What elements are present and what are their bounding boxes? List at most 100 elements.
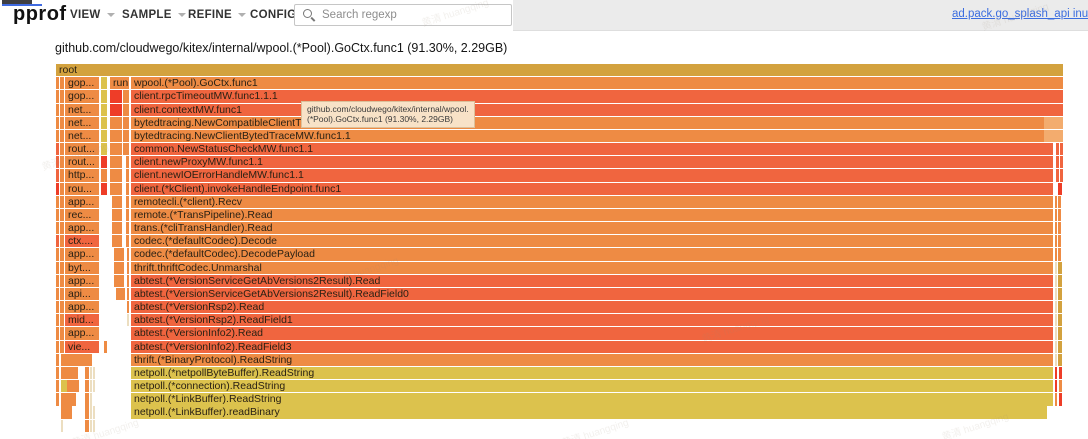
flame-frame[interactable] <box>126 196 129 208</box>
flame-frame[interactable] <box>1058 222 1061 234</box>
flame-frame[interactable] <box>1058 183 1062 195</box>
flame-frame[interactable] <box>56 262 59 274</box>
flame-frame[interactable] <box>60 222 64 234</box>
flame-frame[interactable] <box>56 156 59 168</box>
flame-frame[interactable] <box>85 380 89 392</box>
flame-frame[interactable]: net... <box>65 117 99 129</box>
flame-frame[interactable] <box>1055 393 1057 405</box>
flame-frame[interactable] <box>60 262 64 274</box>
flame-frame[interactable] <box>60 209 64 221</box>
flame-frame[interactable] <box>1058 248 1061 260</box>
flame-frame[interactable] <box>1055 327 1057 339</box>
flame-frame[interactable] <box>1060 156 1063 168</box>
flame-frame[interactable] <box>123 104 129 116</box>
flame-frame[interactable] <box>60 235 64 247</box>
flame-frame[interactable] <box>114 275 124 287</box>
flame-frame[interactable]: net... <box>65 104 99 116</box>
flame-frame[interactable] <box>126 156 129 168</box>
flame-frame[interactable] <box>1055 262 1057 274</box>
flame-frame[interactable] <box>1055 380 1057 392</box>
flame-frame[interactable]: thrift.(*BinaryProtocol).ReadString <box>131 354 1053 366</box>
flame-frame[interactable] <box>112 222 122 234</box>
flame-frame[interactable] <box>127 275 129 287</box>
flame-frame[interactable]: remotecli.(*client).Recv <box>131 196 1053 208</box>
flame-frame[interactable] <box>56 90 59 102</box>
flame-frame[interactable]: netpoll.(*connection).ReadString <box>131 380 1053 392</box>
flame-frame[interactable] <box>1058 327 1062 339</box>
flame-frame[interactable] <box>90 406 92 418</box>
flame-frame[interactable] <box>60 117 64 129</box>
flame-frame[interactable] <box>112 209 122 221</box>
flame-frame[interactable] <box>56 380 59 392</box>
flame-frame[interactable] <box>1055 301 1057 313</box>
flame-frame[interactable]: byt... <box>65 262 99 274</box>
flame-frame[interactable] <box>114 262 124 274</box>
flame-frame[interactable] <box>127 262 129 274</box>
flame-frame[interactable] <box>127 288 129 300</box>
flame-frame[interactable] <box>1058 209 1061 221</box>
flame-frame[interactable] <box>127 248 129 260</box>
flame-frame[interactable] <box>123 90 129 102</box>
flame-frame[interactable] <box>85 406 89 418</box>
flame-frame[interactable]: api... <box>65 288 99 300</box>
flame-frame[interactable] <box>126 169 129 181</box>
flame-frame[interactable] <box>60 143 64 155</box>
flame-frame[interactable] <box>126 235 129 247</box>
flame-frame[interactable]: app... <box>65 196 99 208</box>
flame-frame[interactable] <box>127 314 129 326</box>
flame-frame[interactable]: ctx.... <box>65 235 99 247</box>
flame-frame[interactable] <box>116 288 125 300</box>
flame-frame[interactable] <box>1058 275 1062 287</box>
flame-frame[interactable]: rou... <box>65 183 99 195</box>
flame-frame[interactable] <box>56 235 59 247</box>
flame-frame[interactable] <box>60 77 64 89</box>
flame-frame[interactable] <box>67 354 92 366</box>
flame-frame[interactable] <box>60 196 64 208</box>
flame-frame[interactable] <box>110 156 122 168</box>
flame-frame[interactable]: client.(*kClient).invokeHandleEndpoint.f… <box>131 183 1053 195</box>
flame-frame[interactable] <box>110 183 122 195</box>
flame-frame[interactable]: common.NewStatusCheckMW.func1.1 <box>131 143 1053 155</box>
flame-frame[interactable] <box>56 104 59 116</box>
flame-frame[interactable]: abtest.(*VersionRsp2).Read <box>131 301 1053 313</box>
flame-frame[interactable] <box>93 406 95 418</box>
flame-frame[interactable] <box>1058 196 1061 208</box>
flame-frame[interactable] <box>90 420 92 432</box>
flame-frame[interactable] <box>1055 222 1057 234</box>
flame-frame[interactable] <box>110 90 122 102</box>
flame-frame[interactable] <box>56 341 59 353</box>
flame-frame[interactable] <box>60 248 64 260</box>
flame-frame[interactable]: app... <box>65 222 99 234</box>
flame-frame[interactable]: rec... <box>65 209 99 221</box>
flame-frame[interactable] <box>104 341 107 353</box>
flame-frame[interactable] <box>85 367 89 379</box>
flame-frame[interactable] <box>90 380 92 392</box>
flame-frame[interactable] <box>1056 156 1059 168</box>
flame-frame[interactable]: abtest.(*VersionInfo2).Read <box>131 327 1053 339</box>
flame-frame[interactable] <box>56 314 59 326</box>
flame-frame[interactable]: run... <box>110 77 129 89</box>
flame-frame[interactable] <box>101 169 107 181</box>
flame-frame[interactable] <box>123 130 129 142</box>
flame-frame[interactable] <box>1044 117 1063 129</box>
flame-frame[interactable] <box>90 393 92 405</box>
flame-frame[interactable] <box>1058 341 1062 353</box>
flame-frame[interactable]: abtest.(*VersionInfo2).ReadField3 <box>131 341 1053 353</box>
flame-frame[interactable]: codec.(*defaultCodec).DecodePayload <box>131 248 1053 260</box>
flame-frame[interactable] <box>101 117 107 129</box>
flame-frame[interactable] <box>56 143 59 155</box>
flame-frame[interactable] <box>1060 169 1063 181</box>
flame-frame[interactable] <box>101 77 107 89</box>
flame-frame[interactable] <box>61 420 63 432</box>
flame-frame[interactable] <box>1055 248 1057 260</box>
flame-frame[interactable] <box>110 169 122 181</box>
flame-frame[interactable] <box>56 393 59 405</box>
flame-frame[interactable] <box>1044 130 1063 142</box>
flame-frame[interactable] <box>60 169 64 181</box>
flame-frame[interactable]: remote.(*TransPipeline).Read <box>131 209 1053 221</box>
flame-frame[interactable] <box>1060 143 1063 155</box>
flame-frame[interactable]: root <box>56 64 1063 76</box>
flame-frame[interactable]: abtest.(*VersionServiceGetAbVersions2Res… <box>131 288 1053 300</box>
flame-frame[interactable] <box>101 183 107 195</box>
flame-frame[interactable] <box>1058 314 1062 326</box>
